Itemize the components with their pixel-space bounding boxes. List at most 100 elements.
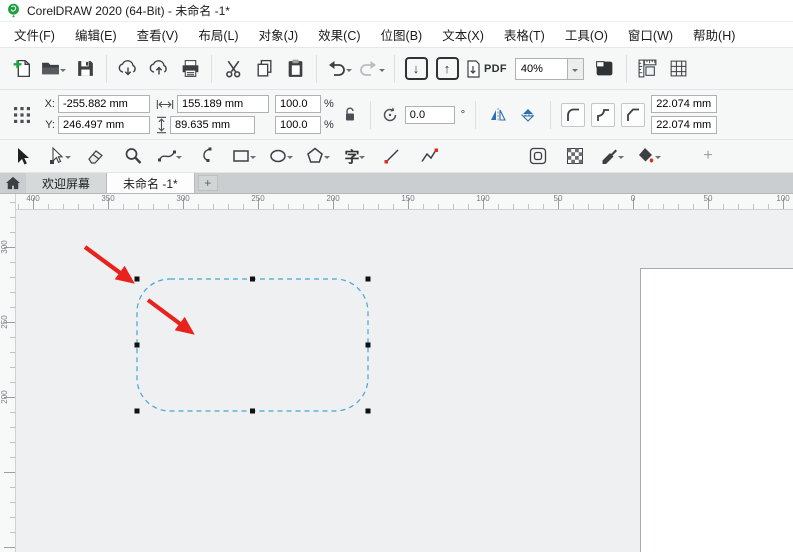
chamfered-corner-button[interactable]	[621, 103, 645, 127]
annotation-arrows	[85, 247, 183, 326]
round-corner-button[interactable]	[561, 103, 585, 127]
red-arrow-icon	[85, 247, 123, 275]
export-button[interactable]: ↑	[433, 54, 461, 84]
corner-radius-top-input[interactable]	[651, 95, 717, 113]
fullscreen-preview-button[interactable]	[591, 54, 619, 84]
new-document-button[interactable]	[8, 54, 36, 84]
hruler-number: 400	[26, 194, 39, 203]
menu-item-table[interactable]: 表格(T)	[494, 21, 555, 48]
cut-icon	[223, 58, 244, 79]
x-position-input[interactable]	[58, 95, 150, 113]
menu-item-object[interactable]: 对象(J)	[249, 21, 309, 48]
import-button[interactable]: ↓	[402, 54, 430, 84]
polyline-tool[interactable]	[415, 142, 443, 170]
scale-horizontal-input[interactable]	[275, 95, 321, 113]
handle-bottom-middle[interactable]	[250, 409, 255, 414]
menu-item-layout[interactable]: 布局(L)	[188, 21, 248, 48]
undo-button[interactable]	[324, 54, 354, 84]
selected-rounded-rectangle[interactable]	[137, 279, 368, 411]
menu-item-effects[interactable]: 效果(C)	[308, 21, 370, 48]
toolbar-separator	[370, 101, 371, 129]
ellipse-tool-icon	[268, 146, 288, 166]
zoom-dropdown-button[interactable]	[567, 58, 584, 80]
toolbar-separator	[394, 55, 395, 83]
handle-bottom-left[interactable]	[135, 409, 140, 414]
menu-item-view[interactable]: 查看(V)	[127, 21, 189, 48]
mirror-horizontal-button[interactable]	[486, 100, 510, 130]
polygon-tool[interactable]	[304, 142, 332, 170]
zoom-level-input[interactable]	[515, 58, 567, 80]
eraser-tool[interactable]	[82, 142, 110, 170]
polyline-icon	[419, 146, 439, 166]
text-tool[interactable]: 字	[341, 142, 369, 170]
rectangle-tool[interactable]	[230, 142, 258, 170]
copy-button[interactable]	[250, 54, 278, 84]
show-grid-button[interactable]	[665, 54, 693, 84]
menu-item-window[interactable]: 窗口(W)	[618, 21, 683, 48]
straight-line-tool[interactable]	[378, 142, 406, 170]
tab-untitled-document[interactable]: 未命名 -1*	[107, 173, 195, 193]
polygon-flyout-caret-icon	[324, 156, 330, 162]
paste-button[interactable]	[281, 54, 309, 84]
publish-to-pdf-button[interactable]: PDF	[464, 54, 508, 84]
y-position-input[interactable]	[58, 116, 150, 134]
handle-bottom-right[interactable]	[366, 409, 371, 414]
show-rulers-button[interactable]	[634, 54, 662, 84]
drawing-canvas[interactable]	[16, 210, 793, 552]
redo-button[interactable]	[357, 54, 387, 84]
ellipse-tool[interactable]	[267, 142, 295, 170]
undo-icon	[325, 58, 347, 79]
lock-ratio-button[interactable]	[340, 100, 360, 130]
menu-item-text[interactable]: 文本(X)	[432, 21, 494, 48]
interactive-fill-tool[interactable]	[635, 142, 663, 170]
scalloped-corner-button[interactable]	[591, 103, 615, 127]
menu-item-help[interactable]: 帮助(H)	[683, 21, 745, 48]
object-position-widget[interactable]	[8, 100, 36, 130]
menu-item-bitmaps[interactable]: 位图(B)	[371, 21, 433, 48]
handle-top-left[interactable]	[135, 277, 140, 282]
ellipse-flyout-caret-icon	[287, 156, 293, 162]
transparency-tool[interactable]	[561, 142, 589, 170]
handle-middle-right[interactable]	[366, 343, 371, 348]
rectangle-flyout-caret-icon	[250, 156, 256, 162]
object-width-input[interactable]	[177, 95, 269, 113]
menu-item-tools[interactable]: 工具(O)	[555, 21, 618, 48]
more-tools-button[interactable]: +	[694, 142, 722, 170]
menu-item-file[interactable]: 文件(F)	[4, 21, 65, 48]
hruler-number: 150	[401, 194, 414, 203]
contour-tool[interactable]	[524, 142, 552, 170]
hruler-number: 250	[251, 194, 264, 203]
tab-welcome-screen[interactable]: 欢迎屏幕	[26, 173, 107, 193]
open-document-button[interactable]	[39, 54, 68, 84]
import-icon: ↓	[405, 57, 428, 80]
new-tab-button[interactable]: +	[198, 175, 218, 191]
rotation-angle-input[interactable]	[405, 106, 455, 124]
scale-vertical-input[interactable]	[275, 116, 321, 134]
home-button[interactable]	[0, 173, 26, 193]
mirror-vertical-button[interactable]	[516, 100, 540, 130]
object-height-input[interactable]	[170, 116, 255, 134]
handle-top-middle[interactable]	[250, 277, 255, 282]
zoom-tool[interactable]	[119, 142, 147, 170]
cut-button[interactable]	[219, 54, 247, 84]
corner-radius-bottom-input[interactable]	[651, 116, 717, 134]
mirror-vertical-icon	[519, 107, 537, 123]
freehand-tool[interactable]	[156, 142, 184, 170]
handle-middle-left[interactable]	[135, 343, 140, 348]
save-to-cloud-button[interactable]	[145, 54, 173, 84]
shape-tool[interactable]	[45, 142, 73, 170]
handle-top-right[interactable]	[366, 277, 371, 282]
shape-tool-icon	[46, 146, 66, 166]
fullscreen-preview-icon	[594, 58, 615, 79]
eyedropper-tool[interactable]	[598, 142, 626, 170]
bezier-tool[interactable]	[193, 142, 221, 170]
save-button[interactable]	[71, 54, 99, 84]
print-button[interactable]	[176, 54, 204, 84]
open-from-cloud-button[interactable]	[114, 54, 142, 84]
menu-item-edit[interactable]: 编辑(E)	[65, 21, 127, 48]
horizontal-ruler[interactable]: 400 350 300 250 200 150 100 50 0 50 100	[16, 194, 793, 210]
selection-handles[interactable]	[135, 277, 371, 414]
pick-tool[interactable]	[8, 142, 36, 170]
scale-v-percent-label: %	[324, 119, 334, 131]
vertical-ruler[interactable]: 300 250 200	[0, 194, 16, 552]
